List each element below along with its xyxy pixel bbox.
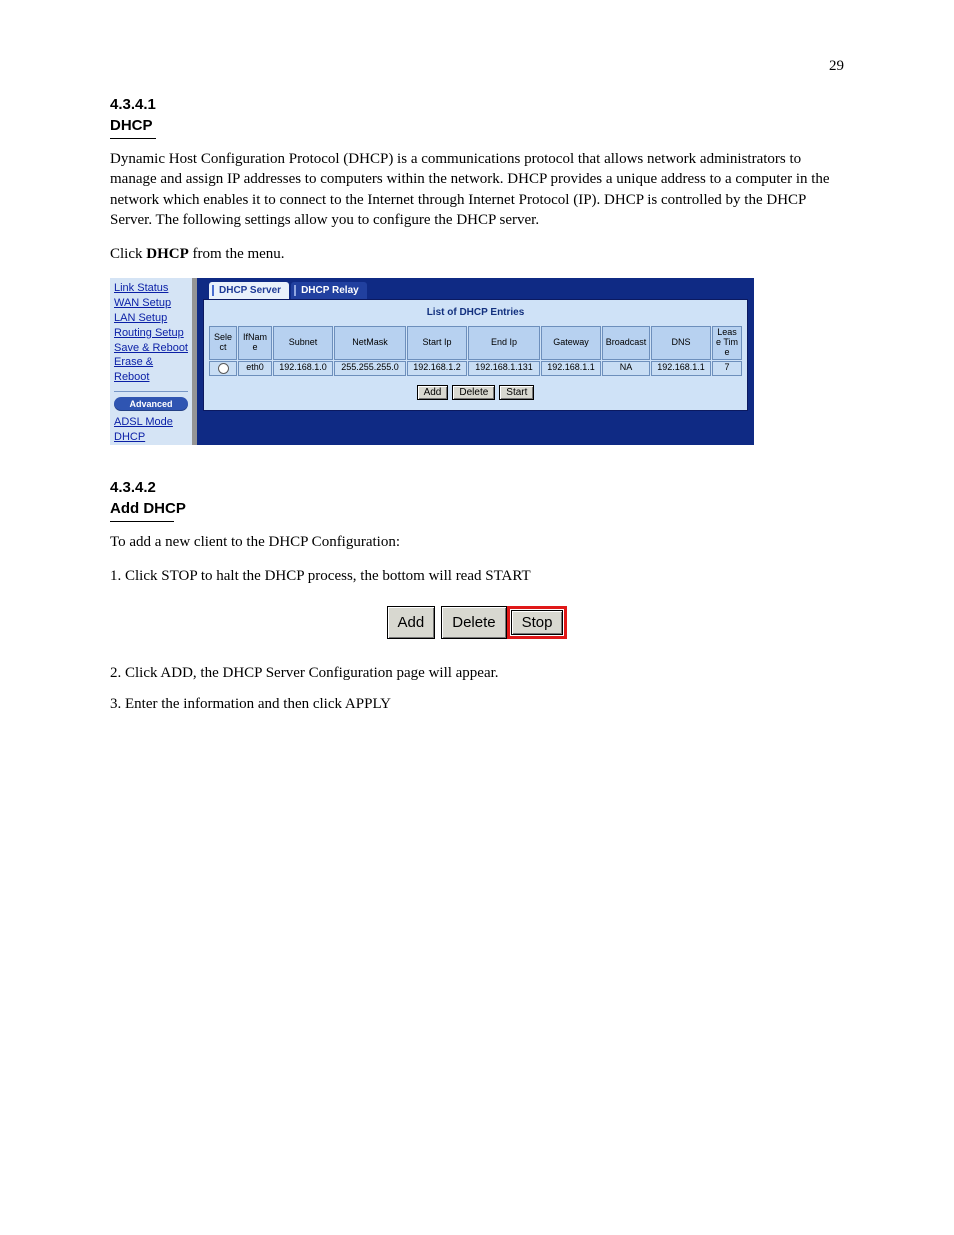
dhcp-panel: List of DHCP Entries Select IfName Subne… bbox=[203, 299, 748, 411]
panel-delete-button[interactable]: Delete bbox=[452, 385, 495, 400]
sidebar-item-routing-setup[interactable]: Routing Setup bbox=[114, 326, 188, 341]
cell-endip: 192.168.1.131 bbox=[468, 361, 540, 376]
th-netmask: NetMask bbox=[334, 326, 406, 360]
cell-dns: 192.168.1.1 bbox=[651, 361, 711, 376]
click-dhcp-instruction: Click DHCP from the menu. bbox=[110, 244, 844, 264]
dhcp-panel-title: List of DHCP Entries bbox=[208, 307, 743, 318]
tab-stripe-icon bbox=[212, 285, 214, 296]
tab-dhcp-relay-label: DHCP Relay bbox=[301, 285, 359, 296]
sidebar-divider bbox=[114, 391, 188, 392]
panel-add-button[interactable]: Add bbox=[417, 385, 449, 400]
tab-bar: DHCP Server DHCP Relay bbox=[203, 282, 748, 299]
step-2: 2. Click ADD, the DHCP Server Configurat… bbox=[110, 663, 844, 683]
dhcp-entries-table: Select IfName Subnet NetMask Start Ip En… bbox=[208, 325, 743, 377]
advanced-badge[interactable]: Advanced bbox=[114, 397, 188, 411]
sidebar-item-link-status[interactable]: Link Status bbox=[114, 281, 188, 296]
th-startip: Start Ip bbox=[407, 326, 467, 360]
sidebar-item-wan-setup[interactable]: WAN Setup bbox=[114, 296, 188, 311]
th-ifname: IfName bbox=[238, 326, 272, 360]
button-figure: Add Delete Stop bbox=[110, 606, 844, 639]
panel-button-row: Add Delete Start bbox=[208, 385, 743, 400]
heading-underline bbox=[110, 521, 174, 522]
dhcp-inline-link: DHCP bbox=[146, 246, 189, 262]
cell-lease: 7 bbox=[712, 361, 742, 376]
fig-add-button[interactable]: Add bbox=[387, 606, 436, 639]
sidebar-item-dhcp[interactable]: DHCP bbox=[114, 430, 188, 445]
section-title-adddhcp: Add DHCP bbox=[110, 500, 844, 517]
tab-dhcp-server[interactable]: DHCP Server bbox=[209, 282, 289, 299]
router-sidebar: Link Status WAN Setup LAN Setup Routing … bbox=[110, 278, 197, 445]
cell-startip: 192.168.1.2 bbox=[407, 361, 467, 376]
cell-subnet: 192.168.1.0 bbox=[273, 361, 333, 376]
panel-start-button[interactable]: Start bbox=[499, 385, 534, 400]
fig-stop-button[interactable]: Stop bbox=[511, 610, 564, 635]
adddhcp-intro: To add a new client to the DHCP Configur… bbox=[110, 532, 844, 552]
stop-highlight-box: Stop bbox=[507, 606, 568, 639]
th-dns: DNS bbox=[651, 326, 711, 360]
cell-broadcast: NA bbox=[602, 361, 650, 376]
section-title-dhcp: DHCP bbox=[110, 117, 844, 134]
th-broadcast: Broadcast bbox=[602, 326, 650, 360]
fig-delete-button[interactable]: Delete bbox=[441, 606, 506, 639]
sidebar-item-lan-setup[interactable]: LAN Setup bbox=[114, 311, 188, 326]
tab-dhcp-relay[interactable]: DHCP Relay bbox=[291, 282, 367, 299]
section-number-dhcp: 4.3.4.1 bbox=[110, 96, 844, 113]
table-header-row: Select IfName Subnet NetMask Start Ip En… bbox=[209, 326, 742, 360]
table-row: eth0 192.168.1.0 255.255.255.0 192.168.1… bbox=[209, 361, 742, 376]
cell-gateway: 192.168.1.1 bbox=[541, 361, 601, 376]
dhcp-description: Dynamic Host Configuration Protocol (DHC… bbox=[110, 149, 844, 230]
section-number-adddhcp: 4.3.4.2 bbox=[110, 479, 844, 496]
cell-ifname: eth0 bbox=[238, 361, 272, 376]
step-3: 3. Enter the information and then click … bbox=[110, 694, 844, 714]
router-screenshot: Link Status WAN Setup LAN Setup Routing … bbox=[110, 278, 735, 445]
tab-stripe-icon bbox=[294, 285, 296, 296]
router-main: DHCP Server DHCP Relay List of DHCP Entr… bbox=[197, 278, 754, 445]
page-number: 29 bbox=[829, 58, 844, 75]
click-suffix: from the menu. bbox=[189, 246, 285, 262]
th-select: Select bbox=[209, 326, 237, 360]
click-prefix: Click bbox=[110, 246, 146, 262]
sidebar-item-save-reboot[interactable]: Save & Reboot bbox=[114, 341, 188, 356]
th-endip: End Ip bbox=[468, 326, 540, 360]
cell-netmask: 255.255.255.0 bbox=[334, 361, 406, 376]
th-gateway: Gateway bbox=[541, 326, 601, 360]
document-page: 29 4.3.4.1 DHCP Dynamic Host Configurati… bbox=[0, 0, 954, 1235]
sidebar-item-adsl-mode[interactable]: ADSL Mode bbox=[114, 415, 188, 430]
radio-icon[interactable] bbox=[218, 363, 229, 374]
th-lease: Lease Time bbox=[712, 326, 742, 360]
sidebar-item-erase-reboot[interactable]: Erase & Reboot bbox=[114, 355, 188, 385]
heading-underline bbox=[110, 138, 156, 139]
step-1: 1. Click STOP to halt the DHCP process, … bbox=[110, 566, 844, 586]
tab-dhcp-server-label: DHCP Server bbox=[219, 285, 281, 296]
cell-select[interactable] bbox=[209, 361, 237, 376]
th-subnet: Subnet bbox=[273, 326, 333, 360]
